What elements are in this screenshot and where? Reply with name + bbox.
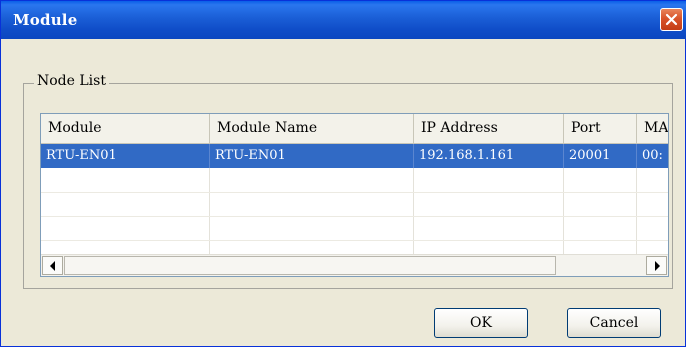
scroll-left-button[interactable] <box>42 256 63 275</box>
row-divider <box>41 216 668 217</box>
empty-cell <box>41 168 210 192</box>
arrow-right-icon <box>655 261 660 271</box>
close-icon <box>665 13 678 26</box>
empty-cell <box>564 192 637 216</box>
cell-mac: 00: <box>637 144 668 168</box>
title-bar[interactable]: Module <box>1 1 686 39</box>
cell-port: 20001 <box>564 144 637 168</box>
empty-cell <box>41 192 210 216</box>
empty-cell <box>637 192 668 216</box>
horizontal-scrollbar[interactable] <box>41 254 668 276</box>
column-header-port[interactable]: Port <box>564 114 637 143</box>
column-header-module-name[interactable]: Module Name <box>210 114 414 143</box>
empty-cell <box>210 216 414 240</box>
empty-cell <box>637 216 668 240</box>
cell-module-name: RTU-EN01 <box>210 144 414 168</box>
table-row[interactable]: RTU-EN01 RTU-EN01 192.168.1.161 20001 00… <box>41 144 668 168</box>
node-list-table[interactable]: Module Module Name IP Address Port MA RT… <box>40 113 669 277</box>
column-header-module[interactable]: Module <box>41 114 210 143</box>
module-dialog: Module Node List Module Module Name IP A… <box>0 0 686 347</box>
close-button[interactable] <box>660 8 683 31</box>
empty-cell <box>564 216 637 240</box>
column-header-ip-address[interactable]: IP Address <box>414 114 564 143</box>
empty-cell <box>414 192 564 216</box>
cancel-button[interactable]: Cancel <box>567 308 661 338</box>
group-label: Node List <box>34 73 109 89</box>
empty-cell <box>564 168 637 192</box>
cell-ip-address: 192.168.1.161 <box>414 144 564 168</box>
table-header: Module Module Name IP Address Port MA <box>41 114 668 144</box>
empty-cell <box>414 216 564 240</box>
row-divider <box>41 192 668 193</box>
empty-cell <box>637 168 668 192</box>
empty-row[interactable] <box>41 192 668 216</box>
ok-button[interactable]: OK <box>434 308 528 338</box>
scroll-right-button[interactable] <box>646 256 667 275</box>
empty-row[interactable] <box>41 216 668 240</box>
window-title: Module <box>13 11 78 29</box>
empty-row[interactable] <box>41 168 668 192</box>
empty-cell <box>210 168 414 192</box>
column-header-mac[interactable]: MA <box>637 114 668 143</box>
arrow-left-icon <box>50 261 55 271</box>
empty-cell <box>414 168 564 192</box>
row-divider <box>41 240 668 241</box>
scroll-thumb[interactable] <box>64 256 556 275</box>
empty-cell <box>41 216 210 240</box>
cell-module: RTU-EN01 <box>41 144 210 168</box>
empty-cell <box>210 192 414 216</box>
